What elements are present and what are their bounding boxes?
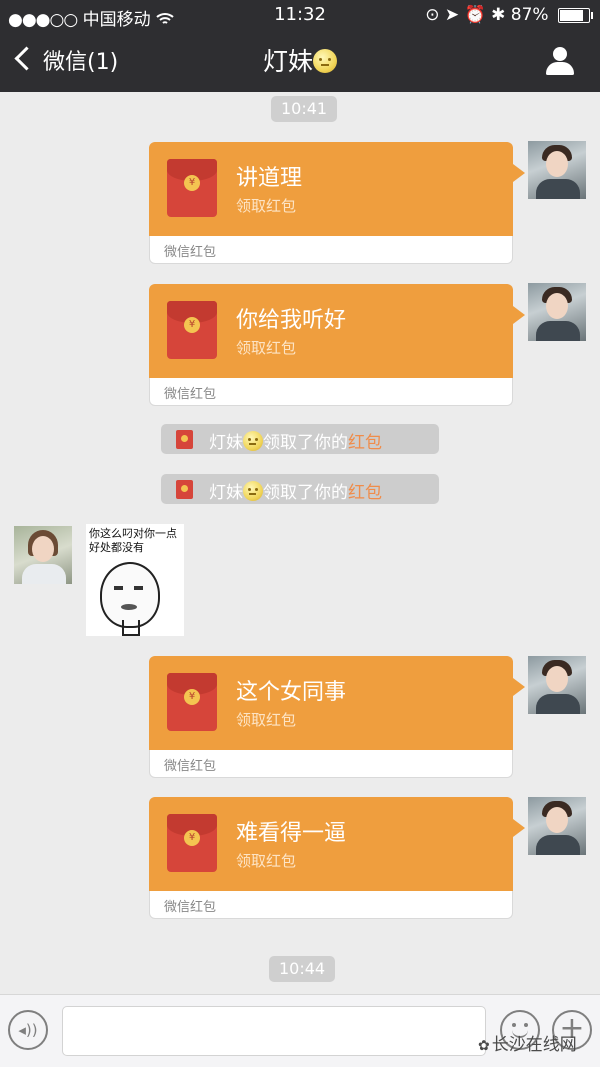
red-packet-message[interactable]: ¥ 难看得一逼 领取红包 微信红包 [149,797,525,919]
red-packet-footer: 微信红包 [149,378,513,406]
red-envelope-icon [176,480,193,499]
my-avatar[interactable] [528,797,586,855]
battery-fill [560,9,583,21]
emoji-icon [243,481,263,501]
my-avatar[interactable] [528,141,586,199]
red-packet-footer: 微信红包 [149,750,513,778]
red-packet-footer-label: 微信红包 [164,245,217,260]
red-packet-sub: 领取红包 [236,197,297,215]
red-envelope-icon [176,430,193,449]
notice-name: 灯妹 [209,433,243,453]
red-packet-body: ¥ 讲道理 领取红包 [149,142,525,236]
watermark-text: 长沙在线网 [491,1035,577,1055]
timestamp: 10:44 [269,956,336,982]
emoji-icon [243,431,263,451]
notice-name: 灯妹 [209,483,243,503]
my-avatar[interactable] [528,656,586,714]
red-envelope-icon: ¥ [167,814,217,872]
red-packet-body: ¥ 难看得一逼 领取红包 [149,797,525,891]
timestamp: 10:41 [271,96,338,122]
status-icons: ⊙ ➤ ⏰ ✱ [425,5,506,25]
red-packet-message[interactable]: ¥ 讲道理 领取红包 微信红包 [149,142,525,264]
red-packet-footer-label: 微信红包 [164,387,217,402]
nav-bar: 微信(1) 灯妹 [0,30,600,92]
red-packet-text: 讲道理 [236,166,303,191]
red-envelope-icon: ¥ [167,159,217,217]
watermark: ✿ 长沙在线网 [478,1030,577,1055]
status-right: ⊙ ➤ ⏰ ✱ 87% [425,5,593,25]
red-packet-body: ¥ 你给我听好 领取红包 [149,284,525,378]
red-packet-footer: 微信红包 [149,236,513,264]
red-packet-link[interactable]: 红包 [348,433,382,453]
contact-avatar[interactable] [14,526,72,584]
meme-face-image [100,562,160,628]
notice-pre: 领取了你的 [263,433,348,453]
notice-text: 灯妹 领取了你的红包 [209,478,382,503]
emoji-icon [313,49,337,73]
system-notice: 灯妹 领取了你的红包 [161,424,439,454]
status-bar: ●●●○○ 中国移动 11:32 ⊙ ➤ ⏰ ✱ 87% [0,0,600,30]
battery-percent: 87% [510,5,549,25]
meme-body-image [122,620,140,636]
red-packet-text: 难看得一逼 [236,821,347,846]
battery-icon [558,7,593,23]
notice-text: 灯妹 领取了你的红包 [209,428,382,453]
sticker-message[interactable]: 你这么叼对你一点好处都没有 [86,524,184,636]
red-packet-text: 你给我听好 [236,308,347,333]
wechat-icon: ✿ [478,1038,490,1054]
red-envelope-icon: ¥ [167,301,217,359]
red-packet-footer: 微信红包 [149,891,513,919]
red-envelope-icon: ¥ [167,673,217,731]
chat-title: 灯妹 [0,42,600,78]
system-notice: 灯妹 领取了你的红包 [161,474,439,504]
red-packet-message[interactable]: ¥ 这个女同事 领取红包 微信红包 [149,656,525,778]
my-avatar[interactable] [528,283,586,341]
message-input[interactable] [62,1006,486,1056]
red-packet-sub: 领取红包 [236,339,297,357]
red-packet-sub: 领取红包 [236,852,297,870]
voice-icon[interactable]: ◂)) [8,1010,48,1050]
red-packet-body: ¥ 这个女同事 领取红包 [149,656,525,750]
chat-title-text: 灯妹 [262,47,313,76]
red-packet-footer-label: 微信红包 [164,759,217,774]
red-packet-sub: 领取红包 [236,711,297,729]
person-body [546,62,574,75]
contact-info-icon[interactable] [546,47,574,75]
person-head [553,47,567,61]
red-packet-link[interactable]: 红包 [348,483,382,503]
red-packet-message[interactable]: ¥ 你给我听好 领取红包 微信红包 [149,284,525,406]
sticker-caption: 你这么叼对你一点好处都没有 [89,527,177,554]
notice-pre: 领取了你的 [263,483,348,503]
red-packet-footer-label: 微信红包 [164,900,217,915]
red-packet-text: 这个女同事 [236,680,347,705]
